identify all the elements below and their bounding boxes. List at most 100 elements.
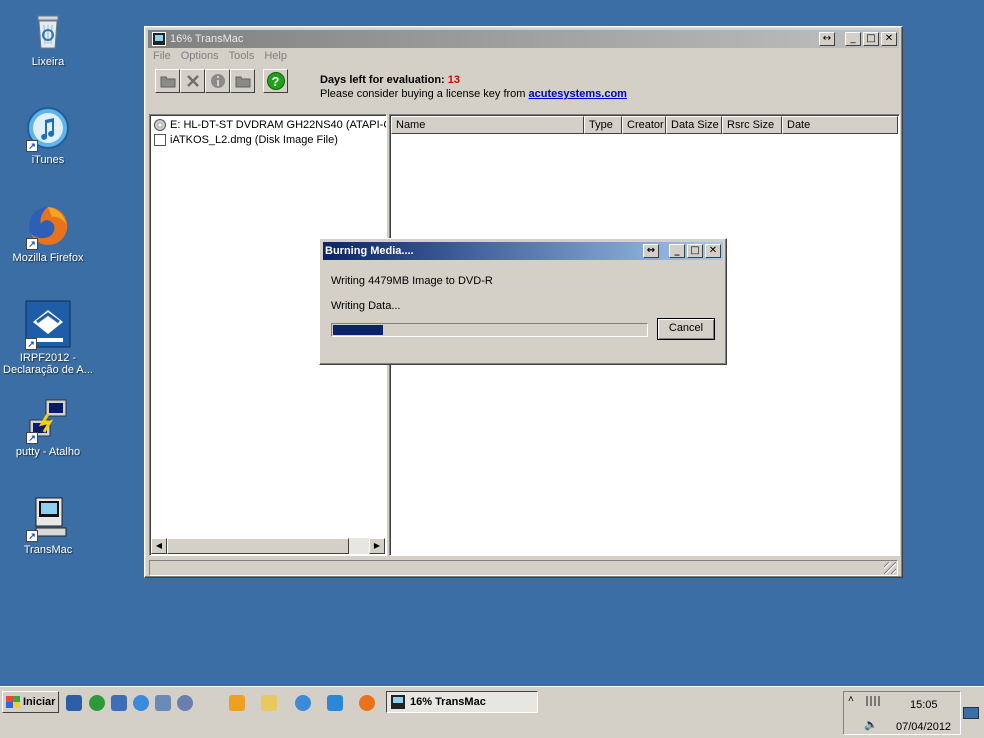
quicklaunch-ie-icon[interactable] <box>133 695 149 711</box>
file-list-headers: Name Type Creator Data Size Rsrc Size Da… <box>391 116 898 134</box>
desktop-icon-irpf[interactable]: ↗ IRPF2012 - Declaração de A... <box>0 300 96 376</box>
desktop-icon-firefox[interactable]: ↗ Mozilla Firefox <box>0 204 96 264</box>
desktop-icon-label: IRPF2012 - Declaração de A... <box>3 352 93 376</box>
irpf-icon: ↗ <box>25 300 71 350</box>
putty-icon: ↗ <box>26 398 70 444</box>
dialog-title: Burning Media.... <box>325 245 414 257</box>
desktop-icon-label: putty - Atalho <box>15 446 81 458</box>
transmac-app-icon <box>391 695 405 709</box>
tree-item-disk-image[interactable]: iATKOS_L2.dmg (Disk Image File) <box>154 133 338 147</box>
burn-progress-bar <box>331 323 648 337</box>
evaluation-days: 13 <box>447 74 461 86</box>
dialog-minimize-button[interactable]: _ <box>669 244 685 258</box>
close-button[interactable]: ✕ <box>881 32 897 46</box>
tree-item-label: iATKOS_L2.dmg (Disk Image File) <box>170 134 338 146</box>
start-button[interactable]: Iniciar <box>2 691 59 713</box>
folder-open-button[interactable] <box>230 69 255 93</box>
taskbar-transmac-button[interactable]: 16% TransMac <box>386 691 538 713</box>
folder-icon <box>160 76 175 88</box>
quicklaunch-skype-icon[interactable] <box>327 695 343 711</box>
help-icon: ? <box>266 72 285 90</box>
quicklaunch-explorer-icon[interactable] <box>261 695 277 711</box>
evaluation-message: Please consider buying a license key fro… <box>320 88 526 100</box>
shortcut-arrow-icon: ↗ <box>26 140 38 152</box>
menu-options[interactable]: Options <box>181 50 219 66</box>
volume-icon[interactable]: 🔈 <box>864 718 878 731</box>
transmac-app-icon <box>152 32 166 46</box>
system-tray: ˄ 🔈 15:05 07/04/2012 <box>843 691 961 735</box>
desktop-icon-transmac[interactable]: ↗ TransMac <box>0 496 96 556</box>
quicklaunch-utorrent-icon[interactable] <box>89 695 105 711</box>
horizontal-scrollbar[interactable]: ◀ ▶ <box>151 538 385 554</box>
delete-icon <box>186 75 199 87</box>
dialog-close-button[interactable]: ✕ <box>705 244 721 258</box>
desktop-icon-putty[interactable]: ↗ putty - Atalho <box>0 398 96 458</box>
toolbar: ? <box>155 69 288 93</box>
column-header-rsrc-size[interactable]: Rsrc Size <box>722 116 782 134</box>
menu-file[interactable]: File <box>153 50 171 66</box>
resize-grip-icon[interactable] <box>884 562 896 574</box>
maximize-button[interactable]: □ <box>863 32 879 46</box>
show-desktop-icon[interactable] <box>963 707 979 719</box>
dialog-titlebar[interactable]: Burning Media.... ↔ _ □ ✕ <box>323 242 723 260</box>
quicklaunch-app2-icon[interactable] <box>155 695 171 711</box>
itunes-icon: ↗ <box>26 106 70 152</box>
quicklaunch-media-icon[interactable] <box>229 695 245 711</box>
dialog-progress-label: Writing Data... <box>331 300 401 312</box>
resize-button[interactable]: ↔ <box>819 32 835 46</box>
help-button[interactable]: ? <box>263 69 288 93</box>
menu-help[interactable]: Help <box>264 50 287 66</box>
taskbar: Iniciar 16% TransMac ˄ 🔈 15:05 07/04/201… <box>0 686 984 738</box>
tray-expand-icon[interactable]: ˄ <box>848 694 854 705</box>
folder-open-icon <box>235 76 250 88</box>
clock-time[interactable]: 15:05 <box>910 699 938 711</box>
scroll-left-button[interactable]: ◀ <box>151 538 167 554</box>
tree-item-dvd-drive[interactable]: E: HL-DT-ST DVDRAM GH22NS40 (ATAPI-Co <box>154 118 387 132</box>
progress-fill <box>333 325 384 335</box>
scroll-right-button[interactable]: ▶ <box>369 538 385 554</box>
quicklaunch-show-desktop-icon[interactable] <box>66 695 82 711</box>
menu-bar: File Options Tools Help <box>151 50 287 66</box>
menu-tools[interactable]: Tools <box>229 50 255 66</box>
cancel-button[interactable]: Cancel <box>657 318 715 340</box>
network-icon[interactable] <box>866 696 880 706</box>
column-header-name[interactable]: Name <box>391 116 584 134</box>
info-button[interactable] <box>205 69 230 93</box>
tree-item-label: E: HL-DT-ST DVDRAM GH22NS40 (ATAPI-Co <box>170 119 387 131</box>
column-header-date[interactable]: Date <box>782 116 898 134</box>
shortcut-arrow-icon: ↗ <box>25 338 37 350</box>
window-title: 16% TransMac <box>170 33 244 45</box>
start-label: Iniciar <box>23 696 56 708</box>
delete-button[interactable] <box>180 69 205 93</box>
column-header-type[interactable]: Type <box>584 116 622 134</box>
scroll-thumb[interactable] <box>167 538 349 554</box>
dialog-maximize-button[interactable]: □ <box>687 244 703 258</box>
desktop-icon-label: TransMac <box>23 544 73 556</box>
shortcut-arrow-icon: ↗ <box>26 530 38 542</box>
window-titlebar[interactable]: 16% TransMac ↔ _ □ ✕ <box>148 30 899 48</box>
clock-date[interactable]: 07/04/2012 <box>896 721 951 733</box>
dialog-resize-button[interactable]: ↔ <box>643 244 659 258</box>
transmac-icon: ↗ <box>26 496 70 542</box>
quicklaunch-globe-icon[interactable] <box>177 695 193 711</box>
dialog-status-line: Writing 4479MB Image to DVD-R <box>331 275 493 287</box>
desktop-icon-itunes[interactable]: ↗ iTunes <box>0 106 96 166</box>
minimize-button[interactable]: _ <box>845 32 861 46</box>
open-folder-button[interactable] <box>155 69 180 93</box>
shortcut-arrow-icon: ↗ <box>26 238 38 250</box>
desktop-icon-trash[interactable]: Lixeira <box>0 8 96 68</box>
burning-dialog: Burning Media.... ↔ _ □ ✕ Writing 4479MB… <box>319 238 727 365</box>
disc-icon <box>154 119 166 131</box>
taskbar-task-label: 16% TransMac <box>410 696 486 708</box>
info-icon <box>210 74 225 88</box>
acutesystems-link[interactable]: acutesystems.com <box>529 88 627 100</box>
desktop-icon-label: Mozilla Firefox <box>12 252 84 264</box>
quicklaunch-app-icon[interactable] <box>111 695 127 711</box>
windows-logo-icon <box>6 696 20 708</box>
quicklaunch-ie2-icon[interactable] <box>295 695 311 711</box>
column-header-creator[interactable]: Creator <box>622 116 666 134</box>
disk-image-icon <box>154 134 166 146</box>
quicklaunch-firefox-icon[interactable] <box>359 695 375 711</box>
column-header-data-size[interactable]: Data Size <box>666 116 722 134</box>
evaluation-notice: Days left for evaluation: 13 Please cons… <box>320 73 627 101</box>
